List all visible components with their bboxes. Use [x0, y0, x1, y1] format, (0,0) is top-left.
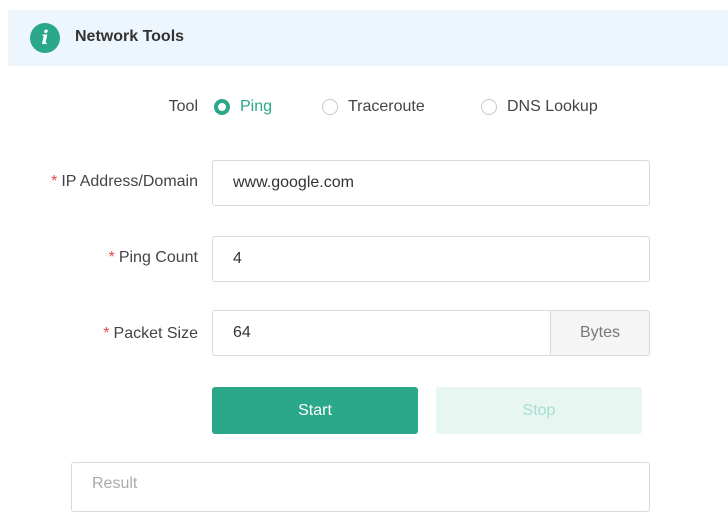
tool-option-dns-lookup[interactable]: DNS Lookup	[481, 96, 598, 118]
packet-size-group: Bytes	[212, 310, 650, 356]
required-mark: *	[108, 249, 115, 266]
packet-size-label: * Packet Size	[103, 325, 198, 343]
tool-option-traceroute[interactable]: Traceroute	[322, 96, 425, 118]
tool-option-label: DNS Lookup	[507, 98, 598, 115]
tool-label: Tool	[168, 98, 198, 115]
ping-count-label: * Ping Count	[109, 249, 198, 267]
packet-size-label-text: Packet Size	[113, 325, 198, 342]
ip-address-input[interactable]	[212, 160, 650, 206]
page-header: i Network Tools	[8, 10, 728, 66]
tool-option-label: Ping	[240, 98, 273, 115]
start-button[interactable]: Start	[212, 387, 418, 434]
ip-address-label-text: IP Address/Domain	[61, 173, 198, 190]
stop-button[interactable]: Stop	[436, 387, 642, 434]
packet-size-input[interactable]	[212, 310, 550, 356]
radio-unchecked-icon[interactable]	[322, 99, 338, 115]
tool-option-ping[interactable]: Ping	[214, 96, 272, 118]
info-icon: i	[30, 23, 60, 53]
tool-option-label: Traceroute	[348, 98, 425, 115]
radio-unchecked-icon[interactable]	[481, 99, 497, 115]
ping-count-label-text: Ping Count	[118, 249, 198, 266]
required-mark: *	[103, 325, 110, 342]
ping-count-input[interactable]	[212, 236, 650, 282]
radio-checked-icon[interactable]	[214, 99, 230, 115]
packet-size-unit: Bytes	[550, 310, 650, 356]
ip-address-label: * IP Address/Domain	[51, 173, 198, 191]
result-output[interactable]	[71, 462, 650, 512]
page-title: Network Tools	[75, 28, 185, 45]
required-mark: *	[51, 173, 58, 190]
